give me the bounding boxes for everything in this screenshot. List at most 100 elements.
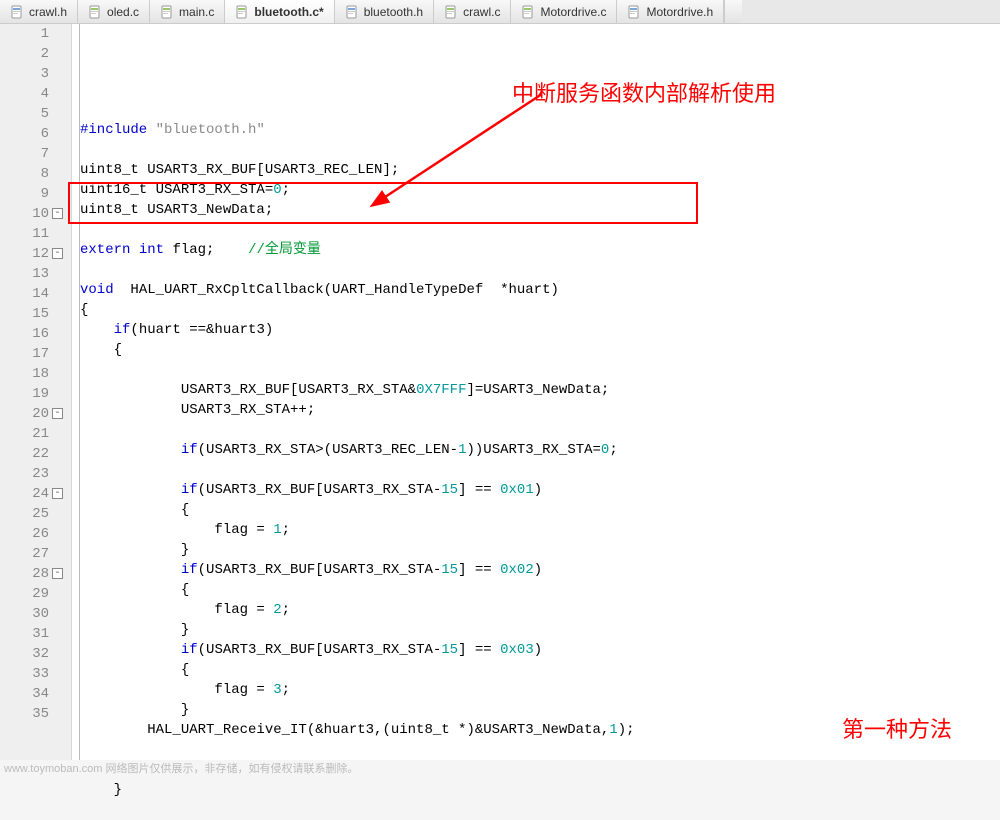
tab-crawl-c[interactable]: crawl.c bbox=[434, 0, 511, 23]
code-line[interactable]: uint8_t USART3_NewData; bbox=[80, 200, 1000, 220]
header-file-icon bbox=[345, 5, 359, 19]
line-number: 14 bbox=[0, 284, 49, 304]
code-line[interactable]: uint8_t USART3_RX_BUF[USART3_REC_LEN]; bbox=[80, 160, 1000, 180]
code-line[interactable] bbox=[80, 260, 1000, 280]
line-number: 33 bbox=[0, 664, 49, 684]
tab-label: crawl.h bbox=[29, 5, 67, 19]
line-number: 11 bbox=[0, 224, 49, 244]
line-number: 2 bbox=[0, 44, 49, 64]
code-line[interactable] bbox=[80, 420, 1000, 440]
code-line[interactable] bbox=[80, 800, 1000, 820]
code-line[interactable]: { bbox=[80, 660, 1000, 680]
tab-overflow[interactable] bbox=[724, 0, 742, 23]
code-line[interactable]: if(USART3_RX_STA>(USART3_REC_LEN-1))USAR… bbox=[80, 440, 1000, 460]
line-number: 31 bbox=[0, 624, 49, 644]
fold-toggle[interactable]: - bbox=[52, 248, 63, 259]
source-file-icon bbox=[88, 5, 102, 19]
line-number: 27 bbox=[0, 544, 49, 564]
fold-toggle[interactable]: - bbox=[52, 568, 63, 579]
line-number: 15 bbox=[0, 304, 49, 324]
source-file-icon bbox=[235, 5, 249, 19]
tab-label: main.c bbox=[179, 5, 214, 19]
code-line[interactable] bbox=[80, 220, 1000, 240]
code-line[interactable]: if(huart ==&huart3) bbox=[80, 320, 1000, 340]
code-line[interactable]: USART3_RX_BUF[USART3_RX_STA&0X7FFF]=USAR… bbox=[80, 380, 1000, 400]
code-line[interactable]: if(USART3_RX_BUF[USART3_RX_STA-15] == 0x… bbox=[80, 480, 1000, 500]
tab-bluetooth-c-[interactable]: bluetooth.c* bbox=[225, 0, 334, 23]
tab-bar: crawl.h oled.c main.c bluetooth.c* bluetooth… bbox=[0, 0, 1000, 24]
line-number: 35 bbox=[0, 704, 49, 724]
line-number: 32 bbox=[0, 644, 49, 664]
line-number: 17 bbox=[0, 344, 49, 364]
line-number: 21 bbox=[0, 424, 49, 444]
tab-label: Motordrive.h bbox=[646, 5, 713, 19]
code-line[interactable]: } bbox=[80, 780, 1000, 800]
code-line[interactable]: extern int flag; //全局变量 bbox=[80, 240, 1000, 260]
line-number: 20- bbox=[0, 404, 49, 424]
line-number: 25 bbox=[0, 504, 49, 524]
code-line[interactable]: HAL_UART_Receive_IT(&huart3,(uint8_t *)&… bbox=[80, 720, 1000, 740]
annotation-text-top: 中断服务函数内部解析使用 bbox=[512, 76, 776, 108]
line-number: 22 bbox=[0, 444, 49, 464]
line-number: 30 bbox=[0, 604, 49, 624]
tab-crawl-h[interactable]: crawl.h bbox=[0, 0, 78, 23]
tab-motordrive-h[interactable]: Motordrive.h bbox=[617, 0, 724, 23]
line-number: 8 bbox=[0, 164, 49, 184]
code-line[interactable]: if(USART3_RX_BUF[USART3_RX_STA-15] == 0x… bbox=[80, 560, 1000, 580]
line-number: 7 bbox=[0, 144, 49, 164]
code-line[interactable]: } bbox=[80, 700, 1000, 720]
line-number: 28- bbox=[0, 564, 49, 584]
line-number: 18 bbox=[0, 364, 49, 384]
header-file-icon bbox=[10, 5, 24, 19]
code-line[interactable]: flag = 2; bbox=[80, 600, 1000, 620]
line-number-gutter: 12345678910-1112-1314151617181920-212223… bbox=[0, 24, 72, 760]
code-line[interactable] bbox=[80, 140, 1000, 160]
tab-bluetooth-h[interactable]: bluetooth.h bbox=[335, 0, 434, 23]
tab-oled-c[interactable]: oled.c bbox=[78, 0, 150, 23]
line-number: 13 bbox=[0, 264, 49, 284]
code-line[interactable] bbox=[80, 740, 1000, 760]
line-number: 5 bbox=[0, 104, 49, 124]
fold-toggle[interactable]: - bbox=[52, 408, 63, 419]
tab-label: bluetooth.c* bbox=[254, 5, 323, 19]
code-area[interactable]: 中断服务函数内部解析使用 第一种方法 #include "bluetooth.h… bbox=[72, 24, 1000, 760]
code-line[interactable]: { bbox=[80, 340, 1000, 360]
line-number: 12- bbox=[0, 244, 49, 264]
line-number: 24- bbox=[0, 484, 49, 504]
line-number: 4 bbox=[0, 84, 49, 104]
code-line[interactable]: void HAL_UART_RxCpltCallback(UART_Handle… bbox=[80, 280, 1000, 300]
code-line[interactable]: uint16_t USART3_RX_STA=0; bbox=[80, 180, 1000, 200]
fold-toggle[interactable]: - bbox=[52, 488, 63, 499]
code-line[interactable]: } bbox=[80, 620, 1000, 640]
code-line[interactable] bbox=[80, 360, 1000, 380]
code-line[interactable]: #include "bluetooth.h" bbox=[80, 120, 1000, 140]
code-line[interactable]: { bbox=[80, 500, 1000, 520]
code-line[interactable]: flag = 3; bbox=[80, 680, 1000, 700]
line-number: 6 bbox=[0, 124, 49, 144]
tab-label: oled.c bbox=[107, 5, 139, 19]
tab-label: crawl.c bbox=[463, 5, 500, 19]
code-line[interactable]: } bbox=[80, 540, 1000, 560]
fold-toggle[interactable]: - bbox=[52, 208, 63, 219]
code-line[interactable]: USART3_RX_STA++; bbox=[80, 400, 1000, 420]
code-line[interactable] bbox=[80, 460, 1000, 480]
line-number: 29 bbox=[0, 584, 49, 604]
line-number: 1 bbox=[0, 24, 49, 44]
source-file-icon bbox=[444, 5, 458, 19]
tab-main-c[interactable]: main.c bbox=[150, 0, 225, 23]
code-line[interactable]: { bbox=[80, 300, 1000, 320]
tab-label: Motordrive.c bbox=[540, 5, 606, 19]
code-editor[interactable]: 12345678910-1112-1314151617181920-212223… bbox=[0, 24, 1000, 760]
code-line[interactable]: { bbox=[80, 580, 1000, 600]
source-file-icon bbox=[160, 5, 174, 19]
code-line[interactable]: flag = 1; bbox=[80, 520, 1000, 540]
tab-label: bluetooth.h bbox=[364, 5, 423, 19]
source-file-icon bbox=[521, 5, 535, 19]
line-number: 10- bbox=[0, 204, 49, 224]
watermark-footer: www.toymoban.com 网络图片仅供展示，非存储，如有侵权请联系删除。 bbox=[0, 758, 362, 778]
line-number: 34 bbox=[0, 684, 49, 704]
line-number: 9 bbox=[0, 184, 49, 204]
code-line[interactable]: if(USART3_RX_BUF[USART3_RX_STA-15] == 0x… bbox=[80, 640, 1000, 660]
tab-motordrive-c[interactable]: Motordrive.c bbox=[511, 0, 617, 23]
line-number: 23 bbox=[0, 464, 49, 484]
